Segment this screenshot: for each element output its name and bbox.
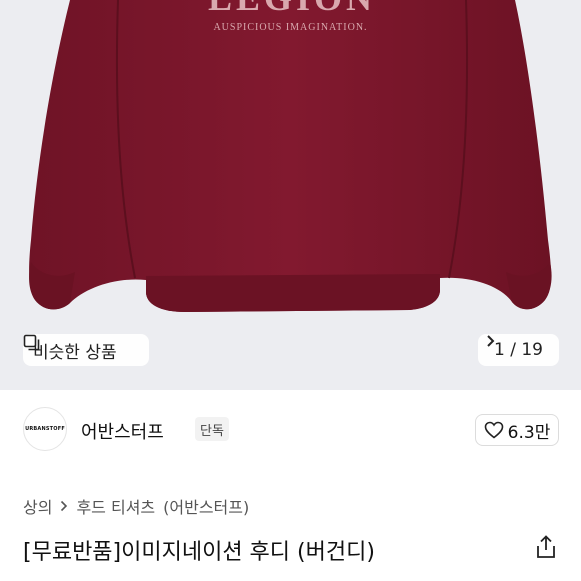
image-counter-text: 1 / 19 <box>494 340 543 360</box>
breadcrumb: 상의 후드 티셔츠 (어반스터프) <box>23 494 249 518</box>
shop-row[interactable]: URBANSTOFF 어반스터프 단독 6.3만 <box>23 407 559 453</box>
chevron-right-icon <box>487 335 495 347</box>
print-small-text: AUSPICIOUS IMAGINATION. <box>213 22 368 33</box>
print-large-text: LEGION <box>208 0 376 18</box>
breadcrumb-category[interactable]: 상의 <box>23 494 52 518</box>
similar-items-label: 비슷한 상품 <box>33 342 117 363</box>
burgundy-sweatshirt-photo: LEGION <box>29 0 552 312</box>
shop-logo-text: URBANSTOFF <box>25 426 65 432</box>
product-image-carousel[interactable]: LEGION AUSPICIOUS IMAGINATION. 비슷한 상품 1 … <box>0 0 581 390</box>
shop-logo[interactable]: URBANSTOFF <box>23 407 67 451</box>
similar-items-icon <box>23 334 40 351</box>
product-title: [무료반품]이미지네이션 후디 (버건디) <box>23 540 375 565</box>
breadcrumb-brand[interactable]: (어반스터프) <box>163 494 249 518</box>
breadcrumb-subcategory[interactable]: 후드 티셔츠 <box>76 494 155 518</box>
heart-icon <box>484 421 503 439</box>
like-count: 6.3만 <box>507 422 551 443</box>
like-button[interactable]: 6.3만 <box>475 414 559 446</box>
share-icon[interactable] <box>535 535 557 559</box>
similar-items-button[interactable]: 비슷한 상품 <box>23 334 149 366</box>
shop-name[interactable]: 어반스터프 <box>81 418 164 444</box>
image-counter[interactable]: 1 / 19 <box>478 334 559 366</box>
exclusive-badge: 단독 <box>195 417 229 441</box>
chevron-right-icon <box>61 500 68 512</box>
